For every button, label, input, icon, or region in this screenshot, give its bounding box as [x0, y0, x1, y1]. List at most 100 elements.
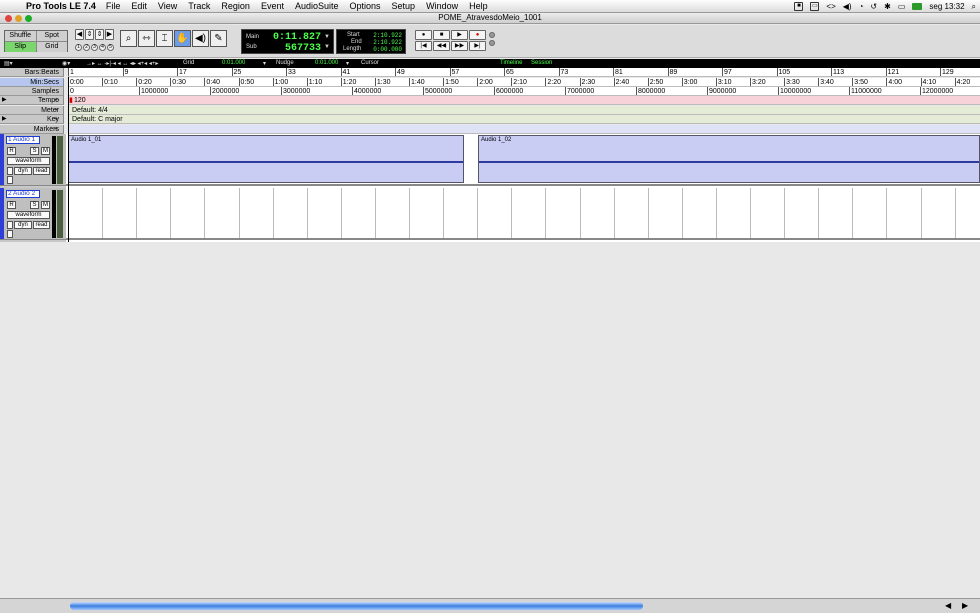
menu-window[interactable]: Window — [426, 1, 458, 11]
samples-label[interactable]: Samples — [0, 87, 64, 96]
record-enable-button[interactable]: R — [7, 201, 16, 209]
record-icon[interactable]: ● — [469, 30, 486, 40]
play-icon[interactable]: ▶ — [451, 30, 468, 40]
spotlight-icon[interactable]: ⌕ — [972, 2, 976, 12]
scroll-right-icon[interactable]: ▶ — [962, 601, 968, 610]
display-icon[interactable]: ▭ — [810, 2, 820, 11]
menu-file[interactable]: File — [106, 1, 121, 11]
track-options-icon[interactable] — [7, 167, 13, 175]
solo-button[interactable]: S — [30, 201, 39, 209]
pencil-tool-icon[interactable]: ✎ — [210, 30, 227, 47]
online-icon[interactable]: ● — [415, 30, 432, 40]
meter-track[interactable]: Default: 4/4 — [68, 106, 980, 115]
selector-tool-icon[interactable]: ⌶ — [156, 30, 173, 47]
app-menu[interactable]: Pro Tools LE 7.4 — [26, 1, 96, 11]
markers-track[interactable] — [68, 125, 980, 134]
option-dot-icon[interactable] — [489, 40, 495, 46]
markers-ruler[interactable]: Markers + — [0, 125, 980, 134]
length-value[interactable]: 0:00.000 — [373, 46, 402, 53]
minsecs-ruler[interactable]: Min:Secs 0:00 0:10 0:20 0:30 0:40 0:50 1:00 1:1… — [0, 78, 980, 87]
zoom-preset-5-icon[interactable]: 5 — [107, 43, 114, 51]
grid-value[interactable]: 0:01.000 — [222, 60, 245, 66]
track-name[interactable]: 1 Audio 1 — [6, 136, 40, 144]
automation-mode-button[interactable]: read — [33, 167, 50, 175]
menu-event[interactable]: Event — [261, 1, 284, 11]
automation-mode-button[interactable]: read — [33, 221, 50, 229]
view-menu-icon[interactable]: ▤▾ — [4, 60, 13, 67]
expand-triangle-icon[interactable]: ▶ — [2, 96, 7, 105]
menu-help[interactable]: Help — [469, 1, 488, 11]
grabber-tool-icon[interactable]: ✋ — [174, 30, 191, 47]
bars-ticks[interactable]: 1 9 17 25 33 41 49 57 65 73 81 89 97 105 113 121 129 — [68, 68, 980, 77]
dyn-button[interactable]: dyn — [14, 167, 32, 175]
scroll-left-icon[interactable]: ◀ — [945, 601, 951, 610]
main-counter-dropdown-icon[interactable]: ▼ — [324, 34, 330, 40]
start-value[interactable]: 2:10.922 — [373, 32, 402, 39]
samples-ruler[interactable]: Samples 0 1000000 2000000 3000000 4000000 500… — [0, 87, 980, 96]
menu-options[interactable]: Options — [350, 1, 381, 11]
tempo-marker-icon[interactable]: ▮ — [69, 96, 73, 104]
mute-button[interactable]: M — [41, 147, 50, 155]
zoom-icon[interactable] — [25, 15, 32, 22]
tempo-label-cell[interactable]: ▶ Tempo + — [0, 96, 64, 105]
track-header[interactable]: 2 Audio 2 R S M waveform dyn read — [0, 188, 66, 240]
track-header[interactable]: 1 Audio 1 R S M waveform dyn read — [0, 134, 66, 186]
dyn-button[interactable]: dyn — [14, 221, 32, 229]
key-label-cell[interactable]: ▶ Key + — [0, 115, 64, 124]
menu-audiosuite[interactable]: AudioSuite — [295, 1, 339, 11]
scrubber-tool-icon[interactable]: ◀) — [192, 30, 209, 47]
track-height-icon[interactable] — [7, 230, 13, 238]
battery-icon[interactable]: ▭ — [898, 2, 906, 11]
grid-dropdown-icon[interactable]: ▾ — [263, 60, 266, 67]
zoom-preset-2-icon[interactable]: 2 — [83, 43, 90, 51]
meter-ruler[interactable]: Meter + Default: 4/4 — [0, 106, 980, 115]
minsecs-label[interactable]: Min:Secs — [0, 78, 64, 87]
zoom-out-icon[interactable]: ◀ — [75, 29, 84, 40]
end-value[interactable]: 2:10.922 — [373, 39, 402, 46]
menu-track[interactable]: Track — [188, 1, 210, 11]
zoom-preset-4-icon[interactable]: 4 — [99, 43, 106, 51]
clock[interactable]: seg 13:32 — [929, 2, 964, 11]
close-icon[interactable] — [5, 15, 12, 22]
shuffle-button[interactable]: Shuffle — [5, 31, 36, 41]
add-marker-icon[interactable]: + — [54, 125, 58, 134]
track-height-icon[interactable] — [7, 176, 13, 184]
spaces-icon[interactable]: ■ — [794, 2, 804, 11]
main-counter[interactable]: Main Sub 0:11.827 567733 ▼ ▼ — [241, 29, 334, 54]
add-tempo-icon[interactable]: + — [54, 96, 58, 105]
samples-ticks[interactable]: 0 1000000 2000000 3000000 4000000 5000000 6000… — [68, 87, 980, 96]
mute-button[interactable]: M — [41, 201, 50, 209]
audio-region[interactable]: Audio 1_02 — [478, 135, 980, 183]
bluetooth-icon[interactable]: ✱ — [884, 2, 891, 11]
go-to-end-icon[interactable]: ▶| — [469, 41, 486, 51]
record-enable-button[interactable]: R — [7, 147, 16, 155]
minsecs-ticks[interactable]: 0:00 0:10 0:20 0:30 0:40 0:50 1:00 1:10 1:20 1:30… — [68, 78, 980, 87]
return-to-zero-icon[interactable]: |◀ — [415, 41, 432, 51]
rewind-icon[interactable]: ◀◀ — [433, 41, 450, 51]
scroll-thumb[interactable] — [70, 602, 643, 610]
zoom-in-icon[interactable]: ▶ — [105, 29, 114, 40]
grid-button[interactable]: Grid — [36, 42, 67, 52]
time-machine-icon[interactable]: ↺ — [870, 2, 877, 11]
solo-button[interactable]: S — [30, 147, 39, 155]
track-lane[interactable]: Audio 1_01 Audio 1_02 — [66, 134, 980, 186]
sub-counter-dropdown-icon[interactable]: ▼ — [324, 44, 330, 50]
markers-label-cell[interactable]: Markers + — [0, 125, 64, 134]
fast-forward-icon[interactable]: ▶▶ — [451, 41, 468, 51]
nudge-dropdown-icon[interactable]: ▾ — [346, 60, 349, 67]
stop-icon[interactable]: ■ — [433, 30, 450, 40]
code-icon[interactable]: <> — [826, 2, 835, 11]
audio-region[interactable]: Audio 1_01 — [68, 135, 464, 183]
tempo-ruler[interactable]: ▶ Tempo + ▮ 120 — [0, 96, 980, 105]
track-view-selector[interactable]: waveform — [7, 211, 50, 219]
menu-setup[interactable]: Setup — [392, 1, 416, 11]
key-track[interactable]: Default: C major — [68, 115, 980, 124]
tempo-track[interactable]: ▮ 120 — [68, 96, 980, 105]
expand-triangle-icon[interactable]: ▶ — [2, 115, 7, 124]
track-options-icon[interactable] — [7, 221, 13, 229]
trim-tool-icon[interactable]: ⇿ — [138, 30, 155, 47]
minimize-icon[interactable] — [15, 15, 22, 22]
track-lane[interactable] — [66, 188, 980, 240]
tab-options-icon[interactable]: →▸ ↔ -▸|-◂ ◂ ↔ ◂▸ ◂+◂ ◂+▸ — [86, 60, 158, 67]
menu-edit[interactable]: Edit — [131, 1, 147, 11]
